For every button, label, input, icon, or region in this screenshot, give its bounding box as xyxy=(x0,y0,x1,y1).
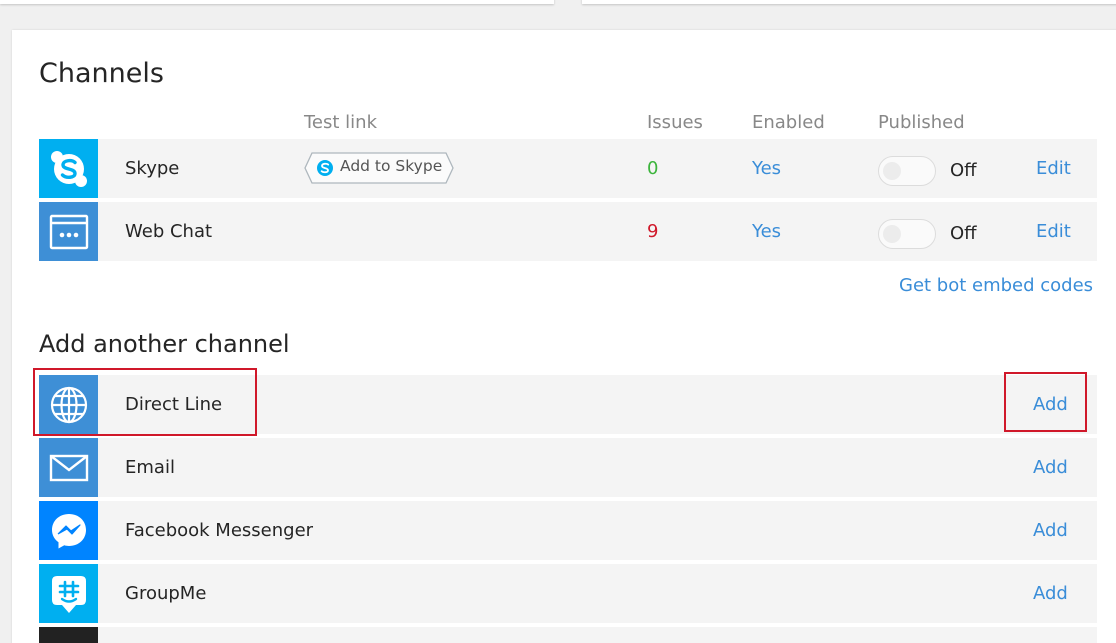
channel-row-partial xyxy=(98,627,1097,643)
webchat-icon xyxy=(39,202,98,261)
channel-name-skype: Skype xyxy=(125,158,180,179)
channel-icon-partial xyxy=(39,627,98,643)
get-embed-codes-link[interactable]: Get bot embed codes xyxy=(899,275,1093,296)
add-to-skype-label: Add to Skype xyxy=(340,157,443,175)
direct-line-highlight xyxy=(33,368,257,436)
top-card-left xyxy=(0,0,554,4)
groupme-icon xyxy=(39,564,98,623)
channels-title: Channels xyxy=(39,58,164,89)
add-to-skype-button[interactable]: Add to Skype xyxy=(304,152,454,184)
published-toggle-skype[interactable] xyxy=(878,156,936,186)
enabled-link-skype[interactable]: Yes xyxy=(752,158,781,179)
channel-row-skype xyxy=(98,139,1097,198)
col-test-link: Test link xyxy=(304,112,378,133)
issues-count-webchat: 9 xyxy=(647,221,659,242)
col-published: Published xyxy=(878,112,965,133)
published-status-skype: Off xyxy=(950,160,977,181)
channel-name-facebook-messenger: Facebook Messenger xyxy=(125,520,314,541)
edit-webchat-link[interactable]: Edit xyxy=(1036,221,1071,242)
published-status-webchat: Off xyxy=(950,223,977,244)
add-direct-line-highlight xyxy=(1004,372,1087,432)
add-email-link[interactable]: Add xyxy=(1033,457,1068,478)
enabled-link-webchat[interactable]: Yes xyxy=(752,221,781,242)
published-toggle-webchat[interactable] xyxy=(878,219,936,249)
add-channel-title: Add another channel xyxy=(39,330,290,358)
channel-name-email: Email xyxy=(125,457,175,478)
messenger-icon xyxy=(39,501,98,560)
add-groupme-link[interactable]: Add xyxy=(1033,583,1068,604)
envelope-icon xyxy=(39,438,98,497)
channel-name-groupme: GroupMe xyxy=(125,583,207,604)
channel-name-webchat: Web Chat xyxy=(125,221,213,242)
col-enabled: Enabled xyxy=(752,112,825,133)
issues-count-skype: 0 xyxy=(647,158,659,179)
toggle-knob xyxy=(883,225,901,243)
skype-icon xyxy=(39,139,98,198)
toggle-knob xyxy=(883,162,901,180)
channel-row-email xyxy=(98,438,1097,497)
top-card-right xyxy=(582,0,1116,4)
add-facebook-messenger-link[interactable]: Add xyxy=(1033,520,1068,541)
col-issues: Issues xyxy=(647,112,703,133)
channel-row-groupme xyxy=(98,564,1097,623)
channel-row-webchat xyxy=(98,202,1097,261)
edit-skype-link[interactable]: Edit xyxy=(1036,158,1071,179)
